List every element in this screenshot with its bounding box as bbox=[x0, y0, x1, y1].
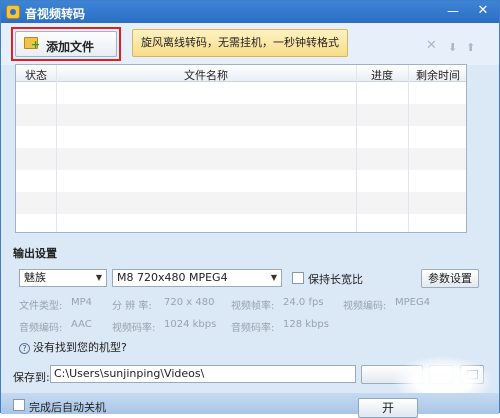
audio-bitrate-value: 128 kbps bbox=[283, 319, 329, 330]
minimize-button[interactable]: — bbox=[441, 1, 465, 21]
file-type-label: 文件类型: bbox=[19, 301, 63, 312]
brand-value: 魅族 bbox=[24, 271, 46, 284]
add-file-button[interactable]: 添加文件 bbox=[15, 31, 117, 57]
resolution-value: 720 x 480 bbox=[164, 297, 215, 308]
transcode-window: 音视频转码 — ✕ 添加文件 旋风离线转码，无需挂机，一秒钟转格式 ✕ ⬇ ⬆ … bbox=[0, 0, 500, 418]
audio-bitrate-label: 音频码率: bbox=[231, 323, 275, 334]
window-title: 音视频转码 bbox=[25, 7, 86, 21]
column-status[interactable]: 状态 bbox=[16, 67, 56, 83]
model-help-link[interactable]: ? 没有找到您的机型? bbox=[19, 339, 127, 355]
column-progress[interactable]: 进度 bbox=[356, 67, 408, 83]
model-value: M8 720x480 MPEG4 bbox=[117, 271, 228, 284]
keep-ratio-checkbox[interactable] bbox=[292, 272, 304, 284]
close-window-button[interactable]: ✕ bbox=[469, 1, 497, 21]
resolution-label: 分 辨 率: bbox=[112, 301, 152, 312]
title-bar[interactable]: 音视频转码 — ✕ bbox=[1, 1, 499, 23]
frame-rate-value: 24.0 fps bbox=[283, 297, 324, 308]
keep-ratio-label[interactable]: 保持长宽比 bbox=[308, 271, 363, 287]
audio-codec-value: AAC bbox=[71, 319, 92, 330]
column-divider bbox=[356, 65, 357, 232]
table-row bbox=[16, 170, 466, 192]
video-codec-value: MPEG4 bbox=[395, 297, 431, 308]
table-row bbox=[16, 104, 466, 126]
auto-shutdown-checkbox[interactable] bbox=[13, 399, 25, 411]
save-to-label: 保存到: bbox=[13, 371, 50, 384]
file-type-value: MP4 bbox=[71, 297, 93, 308]
audio-codec-label: 音频编码: bbox=[19, 323, 63, 334]
table-row bbox=[16, 148, 466, 170]
model-help-text: 没有找到您的机型? bbox=[33, 341, 127, 354]
column-filename[interactable]: 文件名称 bbox=[56, 67, 356, 83]
column-divider bbox=[408, 65, 409, 232]
remove-icon[interactable]: ✕ bbox=[426, 38, 437, 53]
param-settings-button[interactable]: 参数设置 bbox=[421, 269, 479, 288]
model-select[interactable]: M8 720x480 MPEG4 ▼ bbox=[112, 269, 282, 287]
footer-bar: 完成后自动关机 开 bbox=[1, 393, 499, 418]
chevron-down-icon: ▼ bbox=[95, 273, 102, 282]
table-row bbox=[16, 192, 466, 214]
column-remaining-time[interactable]: 剩余时间 bbox=[408, 67, 466, 83]
save-path-input[interactable]: C:\Users\sunjinping\Videos\ bbox=[50, 365, 356, 383]
chevron-down-icon: ▼ bbox=[270, 273, 277, 282]
table-row bbox=[16, 82, 466, 104]
toolbar: 添加文件 旋风离线转码，无需挂机，一秒钟转格式 ✕ ⬇ ⬆ bbox=[1, 23, 499, 65]
video-bitrate-label: 视频码率: bbox=[112, 323, 156, 334]
table-row bbox=[16, 126, 466, 148]
move-up-icon[interactable]: ⬆ bbox=[466, 41, 475, 54]
move-down-icon[interactable]: ⬇ bbox=[448, 41, 457, 54]
help-icon: ? bbox=[19, 342, 30, 354]
brand-select[interactable]: 魅族 ▼ bbox=[19, 269, 107, 287]
video-codec-label: 视频编码: bbox=[343, 301, 387, 312]
cloud-transcode-button[interactable]: 旋风离线转码，无需挂机，一秒钟转格式 bbox=[132, 29, 348, 57]
column-divider bbox=[56, 65, 57, 232]
frame-rate-label: 视频帧率: bbox=[231, 301, 275, 312]
start-button[interactable]: 开 bbox=[358, 398, 418, 418]
file-list-table[interactable]: 状态 文件名称 进度 剩余时间 bbox=[15, 64, 467, 233]
video-bitrate-value: 1024 kbps bbox=[164, 319, 217, 330]
app-icon bbox=[6, 5, 20, 19]
table-row bbox=[16, 214, 466, 232]
table-header: 状态 文件名称 进度 剩余时间 bbox=[16, 65, 466, 83]
output-settings-title: 输出设置 bbox=[13, 247, 57, 260]
add-file-label: 添加文件 bbox=[46, 40, 95, 54]
add-file-icon bbox=[24, 37, 40, 50]
